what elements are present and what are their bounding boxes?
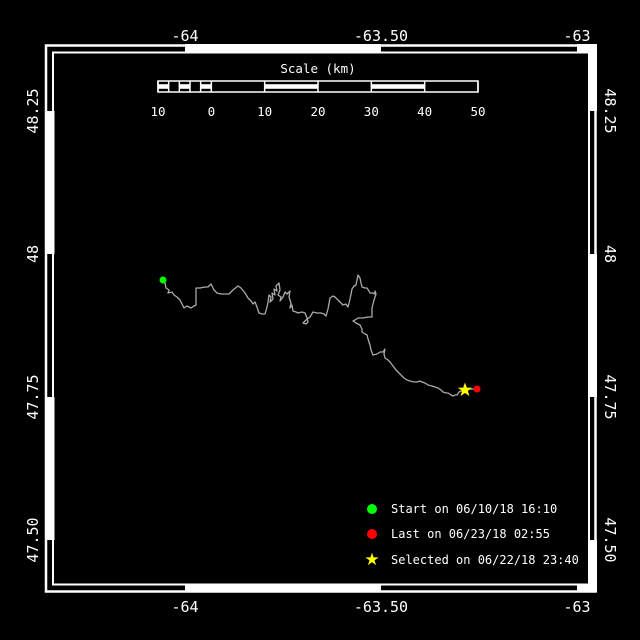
last-legend-icon	[364, 526, 380, 542]
lat-tick-label-right: 47.75	[601, 374, 619, 419]
scalebar-tick-label: 10	[150, 104, 165, 119]
frame-thick-segment-top	[185, 44, 381, 53]
frame-thick-segment-bottom	[185, 583, 381, 593]
legend-label-start: Start on 06/10/18 16:10	[391, 502, 558, 516]
lon-tick-label-bottom: -63.50	[354, 598, 408, 616]
scalebar-tick-label: 40	[417, 104, 432, 119]
map-plot-window: -64 -63.50 -63 -64 -63.50 -63 48.25 48 47.75 47.5…	[0, 0, 640, 640]
scalebar-tick-label: 0	[208, 104, 216, 119]
legend-item-start: Start on 06/10/18 16:10	[364, 501, 557, 517]
lat-tick-label-left: 47.50	[24, 517, 42, 562]
scalebar-fill-cell	[179, 84, 190, 89]
lat-tick-label-left: 48.25	[24, 88, 42, 133]
scalebar-tick-label: 50	[470, 104, 485, 119]
scalebar-fill-cell	[201, 84, 211, 89]
start-marker[interactable]	[159, 276, 167, 284]
legend-item-selected: ★ Selected on 06/22/18 23:40	[364, 550, 579, 570]
frame-thick-segment-right	[588, 540, 597, 592]
lat-tick-label-left: 47.75	[24, 374, 42, 419]
lat-tick-label-right: 48	[601, 245, 619, 263]
lat-tick-label-right: 48.25	[601, 88, 619, 133]
scalebar-tick-label: 20	[310, 104, 325, 119]
last-marker[interactable]	[473, 385, 481, 393]
scalebar-fill-cell	[371, 84, 425, 89]
scalebar-fill-cell	[265, 84, 318, 89]
lon-tick-label-top: -63.50	[354, 27, 408, 45]
frame-thick-segment-right	[588, 254, 597, 397]
lon-tick-label-bottom: -63	[563, 598, 590, 616]
start-legend-icon	[364, 501, 380, 517]
map-plot[interactable]: -64 -63.50 -63 -64 -63.50 -63 48.25 48 47.75 47.5…	[0, 0, 640, 640]
lat-tick-label-left: 48	[24, 245, 42, 263]
lat-tick-label-right: 47.50	[601, 517, 619, 562]
lon-tick-label-top: -64	[171, 27, 198, 45]
legend-item-last: Last on 06/23/18 02:55	[364, 526, 550, 542]
lon-tick-label-bottom: -64	[171, 598, 198, 616]
lon-tick-label-top: -63	[563, 27, 590, 45]
frame-thick-segment-left	[45, 397, 55, 540]
plot-background	[0, 0, 640, 640]
scalebar-tick-label: 10	[257, 104, 272, 119]
selected-legend-icon: ★	[364, 550, 380, 570]
scalebar-tick-label: 30	[364, 104, 379, 119]
frame-thick-segment-right	[588, 44, 597, 111]
legend-label-last: Last on 06/23/18 02:55	[391, 527, 550, 541]
frame-thick-segment-left	[45, 111, 55, 254]
scalebar-fill-cell	[158, 84, 169, 89]
scalebar-title: Scale (km)	[280, 61, 356, 76]
legend-label-selected: Selected on 06/22/18 23:40	[391, 553, 579, 567]
